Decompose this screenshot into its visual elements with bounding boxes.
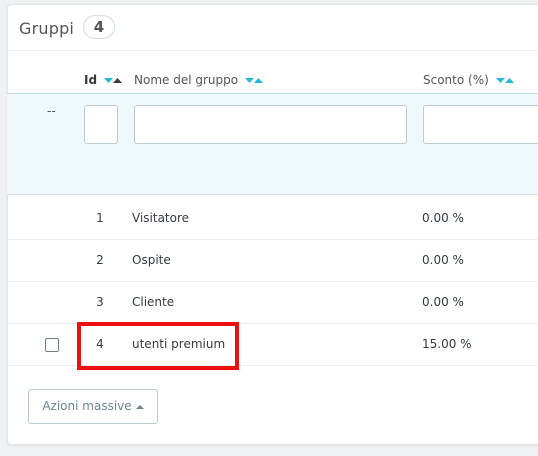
column-header-discount-label: Sconto (%) xyxy=(423,73,489,87)
filter-name-input[interactable] xyxy=(134,105,407,144)
filter-id-input[interactable] xyxy=(84,105,118,144)
cell-discount: 0.00 % xyxy=(422,211,464,225)
row-select-checkbox[interactable] xyxy=(45,338,59,352)
table-row[interactable]: 2 Ospite 0.00 % xyxy=(7,240,538,282)
caret-up-icon xyxy=(135,404,144,409)
caret-up-icon[interactable] xyxy=(112,78,122,84)
column-header-id: Id xyxy=(84,73,122,88)
cell-discount: 0.00 % xyxy=(422,295,464,309)
table-row[interactable]: 3 Cliente 0.00 % xyxy=(7,282,538,324)
group-count-badge: 4 xyxy=(83,15,115,39)
filter-discount-input[interactable] xyxy=(423,105,538,144)
filter-placeholder-dash: -- xyxy=(47,104,56,118)
cell-name: Cliente xyxy=(132,295,175,309)
column-header-name: Nome del gruppo xyxy=(134,73,263,88)
caret-up-icon[interactable] xyxy=(253,78,263,84)
cell-id: 4 xyxy=(96,337,104,351)
bulk-actions-button[interactable]: Azioni massive xyxy=(28,389,158,424)
sort-controls-name xyxy=(244,74,263,88)
caret-down-icon[interactable] xyxy=(244,78,254,84)
sort-controls-discount xyxy=(495,74,514,88)
caret-down-icon[interactable] xyxy=(495,78,505,84)
table-row[interactable]: 4 utenti premium 15.00 % xyxy=(7,324,538,366)
cell-name: utenti premium xyxy=(132,337,226,351)
cell-id: 3 xyxy=(96,295,104,309)
caret-up-icon[interactable] xyxy=(504,78,514,84)
filter-row: -- xyxy=(7,93,538,195)
column-header-name-label: Nome del gruppo xyxy=(134,73,239,87)
cell-discount: 0.00 % xyxy=(422,253,464,267)
cell-id: 1 xyxy=(96,211,104,225)
column-header-discount: Sconto (%) xyxy=(423,73,514,88)
panel-heading: Gruppi 4 xyxy=(8,5,538,51)
table-row[interactable]: 1 Visitatore 0.00 % xyxy=(7,198,538,240)
cell-name: Ospite xyxy=(132,253,171,267)
cell-discount: 15.00 % xyxy=(422,337,472,351)
sort-controls-id xyxy=(103,74,122,88)
bulk-actions-label: Azioni massive xyxy=(42,399,132,413)
cell-name: Visitatore xyxy=(132,211,190,225)
column-header-id-label: Id xyxy=(84,73,98,87)
cell-id: 2 xyxy=(96,253,104,267)
caret-down-icon[interactable] xyxy=(103,78,113,84)
panel-title: Gruppi xyxy=(19,19,75,38)
